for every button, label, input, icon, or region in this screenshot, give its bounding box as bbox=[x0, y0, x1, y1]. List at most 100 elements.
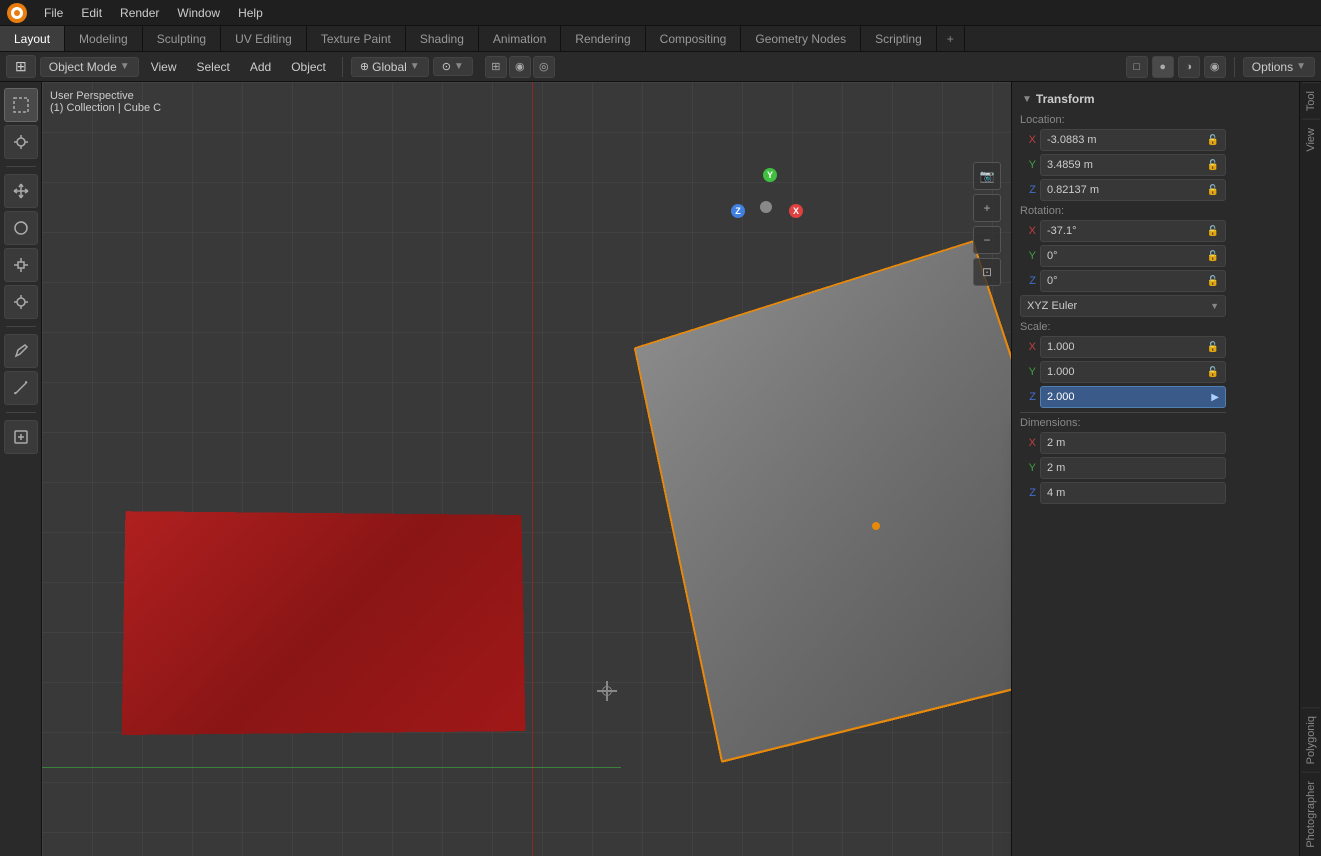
dim-z-value[interactable]: 4 m bbox=[1040, 482, 1226, 504]
loc-z-lock[interactable]: 🔓 bbox=[1207, 185, 1219, 196]
location-x-value[interactable]: -3.0883 m 🔓 bbox=[1040, 129, 1226, 151]
scale-y-row: Y 1.000 🔓 bbox=[1020, 361, 1226, 383]
shading-wireframe[interactable]: □ bbox=[1126, 56, 1148, 78]
blender-logo bbox=[6, 2, 28, 24]
loc-y-label: Y bbox=[1020, 159, 1036, 171]
scale-y-lock[interactable]: 🔓 bbox=[1207, 367, 1219, 378]
shading-rendered[interactable]: ◉ bbox=[1204, 56, 1226, 78]
toolbar-object[interactable]: Object bbox=[283, 58, 334, 76]
move-tool[interactable] bbox=[4, 174, 38, 208]
zoom-out-btn[interactable]: − bbox=[973, 226, 1001, 254]
tab-scripting[interactable]: Scripting bbox=[861, 26, 937, 51]
right-tab-polygoniq[interactable]: Polygoniq bbox=[1302, 707, 1320, 772]
rotation-y-value[interactable]: 0° 🔓 bbox=[1040, 245, 1226, 267]
transform-tool[interactable] bbox=[4, 285, 38, 319]
loc-x-label: X bbox=[1020, 134, 1036, 146]
annotate-tool[interactable] bbox=[4, 334, 38, 368]
tab-sculpting[interactable]: Sculpting bbox=[143, 26, 221, 51]
tab-add[interactable]: + bbox=[937, 26, 965, 51]
viewport[interactable]: User Perspective (1) Collection | Cube C… bbox=[42, 82, 1011, 856]
transform-title: Transform bbox=[1036, 92, 1095, 106]
tab-rendering[interactable]: Rendering bbox=[561, 26, 645, 51]
dim-x-label: X bbox=[1020, 437, 1036, 449]
tab-compositing[interactable]: Compositing bbox=[646, 26, 742, 51]
rotation-x-value[interactable]: -37.1° 🔓 bbox=[1040, 220, 1226, 242]
left-separator-3 bbox=[6, 412, 36, 413]
gizmo-z-label[interactable]: Z bbox=[731, 204, 745, 218]
rotation-x-row: X -37.1° 🔓 bbox=[1020, 220, 1226, 242]
scale-z-label: Z bbox=[1020, 391, 1036, 403]
tab-animation[interactable]: Animation bbox=[479, 26, 561, 51]
rot-z-num: 0° bbox=[1047, 275, 1058, 287]
right-panel: ▼ Transform Location: X -3.0883 m 🔓 Y 3.… bbox=[1011, 82, 1321, 856]
dim-y-label: Y bbox=[1020, 462, 1036, 474]
menu-render[interactable]: Render bbox=[112, 4, 167, 22]
loc-z-num: 0.82137 m bbox=[1047, 184, 1099, 196]
scale-y-label: Y bbox=[1020, 366, 1036, 378]
dim-x-value[interactable]: 2 m bbox=[1040, 432, 1226, 454]
scale-y-value[interactable]: 1.000 🔓 bbox=[1040, 361, 1226, 383]
rot-x-num: -37.1° bbox=[1047, 225, 1076, 237]
right-tab-photographer[interactable]: Photographer bbox=[1302, 772, 1320, 856]
loc-y-num: 3.4859 m bbox=[1047, 159, 1093, 171]
gizmo-y-label[interactable]: Y bbox=[763, 168, 777, 182]
loc-x-lock[interactable]: 🔓 bbox=[1207, 135, 1219, 146]
measure-tool[interactable] bbox=[4, 371, 38, 405]
location-y-value[interactable]: 3.4859 m 🔓 bbox=[1040, 154, 1226, 176]
tab-layout[interactable]: Layout bbox=[0, 26, 65, 51]
editor-type-icon[interactable]: ⊞ bbox=[6, 55, 36, 78]
side-tab-tool[interactable]: Tool bbox=[1302, 82, 1320, 119]
add-object-tool[interactable] bbox=[4, 420, 38, 454]
rot-y-lock[interactable]: 🔓 bbox=[1207, 251, 1219, 262]
cube-a[interactable] bbox=[122, 511, 526, 735]
local-view-btn[interactable]: ⊡ bbox=[973, 258, 1001, 286]
scale-z-arrow: ▶ bbox=[1211, 392, 1219, 403]
toolbar-select[interactable]: Select bbox=[188, 58, 237, 76]
cursor-tool[interactable] bbox=[4, 125, 38, 159]
tab-texture-paint[interactable]: Texture Paint bbox=[307, 26, 406, 51]
scale-z-value[interactable]: 2.000 ▶ bbox=[1040, 386, 1226, 408]
rot-z-lock[interactable]: 🔓 bbox=[1207, 276, 1219, 287]
side-tab-view[interactable]: View bbox=[1302, 119, 1320, 160]
loc-y-lock[interactable]: 🔓 bbox=[1207, 160, 1219, 171]
menu-help[interactable]: Help bbox=[230, 4, 271, 22]
rotation-z-value[interactable]: 0° 🔓 bbox=[1040, 270, 1226, 292]
snap-btn[interactable]: ⊞ bbox=[485, 56, 507, 78]
rotate-tool[interactable] bbox=[4, 211, 38, 245]
menu-edit[interactable]: Edit bbox=[73, 4, 110, 22]
tab-modeling[interactable]: Modeling bbox=[65, 26, 143, 51]
dim-y-value[interactable]: 2 m bbox=[1040, 457, 1226, 479]
transform-section-header[interactable]: ▼ Transform bbox=[1020, 88, 1226, 110]
toolbar-separator-2 bbox=[1234, 57, 1235, 77]
tab-shading[interactable]: Shading bbox=[406, 26, 479, 51]
zoom-in-btn[interactable]: + bbox=[973, 194, 1001, 222]
location-z-value[interactable]: 0.82137 m 🔓 bbox=[1040, 179, 1226, 201]
viewport-side-tools: 📷 + − ⊡ bbox=[973, 162, 1001, 286]
toolbar-view[interactable]: View bbox=[143, 58, 185, 76]
tab-uv-editing[interactable]: UV Editing bbox=[221, 26, 307, 51]
mode-selector[interactable]: Object Mode ▼ bbox=[40, 57, 139, 77]
scale-x-lock[interactable]: 🔓 bbox=[1207, 342, 1219, 353]
dim-x-num: 2 m bbox=[1047, 437, 1065, 449]
proportional-edit-btn[interactable]: ◉ bbox=[509, 56, 531, 78]
scale-tool[interactable] bbox=[4, 248, 38, 282]
zoom-camera-btn[interactable]: 📷 bbox=[973, 162, 1001, 190]
menu-file[interactable]: File bbox=[36, 4, 71, 22]
rotation-mode-label: XYZ Euler bbox=[1027, 300, 1077, 312]
shading-solid[interactable]: ● bbox=[1152, 56, 1174, 78]
shading-material[interactable]: ◑ bbox=[1178, 56, 1200, 78]
options-btn[interactable]: Options ▼ bbox=[1243, 57, 1315, 77]
rot-x-lock[interactable]: 🔓 bbox=[1207, 226, 1219, 237]
rotation-mode-select[interactable]: XYZ Euler ▼ bbox=[1020, 295, 1226, 317]
overlay-btn[interactable]: ◎ bbox=[533, 56, 555, 78]
toolbar-add[interactable]: Add bbox=[242, 58, 279, 76]
menu-window[interactable]: Window bbox=[169, 4, 228, 22]
tab-geometry-nodes[interactable]: Geometry Nodes bbox=[741, 26, 861, 51]
nav-gizmo[interactable]: X Y Z bbox=[721, 162, 811, 252]
select-box-tool[interactable] bbox=[4, 88, 38, 122]
gizmo-center bbox=[760, 201, 772, 213]
gizmo-x-label[interactable]: X bbox=[789, 204, 803, 218]
scale-x-value[interactable]: 1.000 🔓 bbox=[1040, 336, 1226, 358]
pivot-point[interactable]: ⊙ ▼ bbox=[433, 57, 473, 76]
transform-orientation[interactable]: ⊕ Global ▼ bbox=[351, 57, 429, 77]
